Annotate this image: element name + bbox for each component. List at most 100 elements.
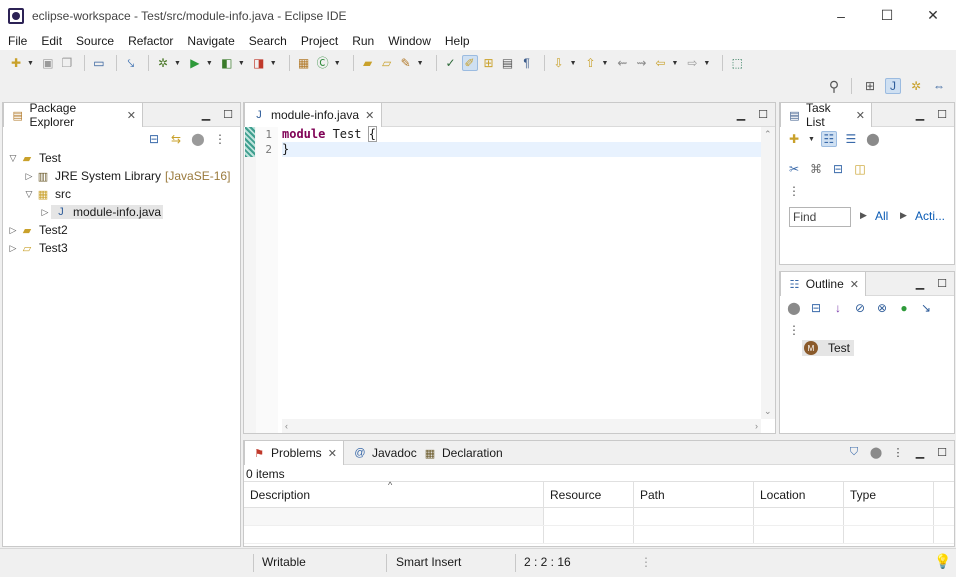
search-icon[interactable]: ⚲ <box>826 78 842 94</box>
forward-edit-icon[interactable]: ⇝ <box>633 55 649 71</box>
pin-editor-icon[interactable]: ⬚ <box>729 55 745 71</box>
menu-search[interactable]: Search <box>242 34 294 48</box>
chevron-right-icon[interactable]: ▷ <box>23 171 35 182</box>
scroll-up-icon[interactable]: ⌃ <box>764 129 772 140</box>
tab-outline[interactable]: ☷ Outline ✕ <box>780 272 866 296</box>
filter-icon[interactable]: ⛉ <box>846 445 862 459</box>
menu-navigate[interactable]: Navigate <box>180 34 241 48</box>
hide-nonpublic-icon[interactable]: ● <box>896 300 912 316</box>
hide-completed-icon[interactable]: ✂ <box>786 161 802 177</box>
filter-icon[interactable]: ⬤ <box>190 131 206 147</box>
tab-declaration[interactable]: ▦ Declaration <box>416 441 509 465</box>
chevron-down-icon[interactable]: ▽ <box>7 153 19 164</box>
forward-dropdown-icon[interactable]: ▼ <box>703 60 710 67</box>
save-all-icon[interactable]: ❐ <box>59 55 75 71</box>
selected-file[interactable]: J module-info.java <box>51 205 164 219</box>
maximize-icon[interactable]: ☐ <box>934 107 950 121</box>
task-repos-icon[interactable]: ◫ <box>852 161 868 177</box>
maximize-button[interactable]: ☐ <box>864 0 910 31</box>
scheduled-icon[interactable]: ☰ <box>843 131 859 147</box>
chevron-down-icon[interactable]: ▽ <box>23 189 35 200</box>
search-dropdown-icon[interactable]: ▼ <box>417 60 424 67</box>
lightbulb-icon[interactable]: 💡 <box>934 553 951 570</box>
sync-icon[interactable]: ⬤ <box>868 445 884 459</box>
view-menu-icon[interactable]: ⋮ <box>786 322 802 338</box>
minimize-button[interactable]: – <box>818 0 864 31</box>
hide-local-types-icon[interactable]: ↘ <box>918 300 934 316</box>
git-perspective-icon[interactable]: ⇔ <box>931 78 947 94</box>
column-location[interactable]: Location <box>754 482 844 507</box>
menu-source[interactable]: Source <box>69 34 121 48</box>
menu-help[interactable]: Help <box>438 34 477 48</box>
view-menu-icon[interactable]: ⋮ <box>786 183 802 199</box>
minimize-icon[interactable]: ▁ <box>912 107 928 121</box>
tab-javadoc[interactable]: @ Javadoc <box>346 441 423 465</box>
find-input[interactable]: Find <box>789 207 851 227</box>
maximize-icon[interactable]: ☐ <box>934 445 950 459</box>
close-button[interactable]: ✕ <box>910 0 956 31</box>
tab-package-explorer[interactable]: ▤ Package Explorer ✕ <box>3 101 143 129</box>
open-perspective-icon[interactable]: ⊞ <box>862 78 878 94</box>
minimize-icon[interactable]: ▁ <box>198 107 214 121</box>
new-package-icon[interactable]: ▦ <box>296 55 312 71</box>
scroll-right-icon[interactable]: › <box>755 421 758 431</box>
menu-edit[interactable]: Edit <box>34 34 69 48</box>
activate-link[interactable]: Acti... <box>915 209 945 223</box>
view-menu-icon[interactable]: ⋮ <box>212 131 228 147</box>
hide-fields-icon[interactable]: ⊘ <box>852 300 868 316</box>
maximize-icon[interactable]: ☐ <box>934 276 950 290</box>
menu-run[interactable]: Run <box>345 34 381 48</box>
view-menu-icon[interactable]: ⋮ <box>890 445 906 459</box>
tab-problems[interactable]: ⚑ Problems ✕ <box>244 441 344 465</box>
tab-task-list[interactable]: ▤ Task List ✕ <box>780 101 872 129</box>
block-selection-icon[interactable]: ▤ <box>500 55 516 71</box>
coverage-icon[interactable]: ◧ <box>219 55 235 71</box>
scroll-left-icon[interactable]: ‹ <box>285 421 288 431</box>
tree-item-project3[interactable]: ▷ ▱ Test3 <box>3 239 240 257</box>
code-area[interactable]: module Test { } <box>282 126 761 157</box>
close-icon[interactable]: ✕ <box>328 447 337 460</box>
collapse-all-icon[interactable]: ⊟ <box>146 131 162 147</box>
close-icon[interactable]: ✕ <box>856 109 865 122</box>
new-class-dropdown-icon[interactable]: ▼ <box>334 60 341 67</box>
collapse-tasks-icon[interactable]: ⊟ <box>830 161 846 177</box>
next-annotation-icon[interactable]: ⇩ <box>551 55 567 71</box>
link-with-editor-icon[interactable]: ⇆ <box>168 131 184 147</box>
column-resource[interactable]: Resource <box>544 482 634 507</box>
last-edit-location-icon[interactable]: ⇜ <box>614 55 630 71</box>
maximize-icon[interactable]: ☐ <box>220 107 236 121</box>
next-annotation-dropdown-icon[interactable]: ▼ <box>570 60 577 67</box>
run-dropdown-icon[interactable]: ▼ <box>206 60 213 67</box>
debug-dropdown-icon[interactable]: ▼ <box>174 60 181 67</box>
scroll-down-icon[interactable]: ⌄ <box>764 406 772 417</box>
sync-icon[interactable]: ⬤ <box>786 300 802 316</box>
forward-icon[interactable]: ⇨ <box>684 55 700 71</box>
tree-item-jre[interactable]: ▷ ▥ JRE System Library [JavaSE-16] <box>3 167 240 185</box>
editor-body[interactable]: 1 2 module Test { } ⌃ ⌄ ‹ › <box>244 126 775 433</box>
collapse-all-icon[interactable]: ⊟ <box>808 300 824 316</box>
new-task-icon[interactable]: ✚ <box>786 131 802 147</box>
column-path[interactable]: Path <box>634 482 754 507</box>
tab-module-info[interactable]: J module-info.java ✕ <box>244 103 382 127</box>
java-perspective-icon[interactable]: J <box>885 78 901 94</box>
hide-static-icon[interactable]: ⊗ <box>874 300 890 316</box>
column-type[interactable]: Type <box>844 482 934 507</box>
vertical-scrollbar[interactable]: ⌃ ⌄ <box>761 127 775 419</box>
new-dropdown-icon[interactable]: ▼ <box>27 60 34 67</box>
terminal-icon[interactable]: ▭ <box>91 55 107 71</box>
tree-item-file[interactable]: ▷ J module-info.java <box>3 203 240 221</box>
toggle-word-wrap-icon[interactable]: ⊞ <box>481 55 497 71</box>
minimize-icon[interactable]: ▁ <box>912 276 928 290</box>
search-tool-icon[interactable]: ✎ <box>398 55 414 71</box>
minimize-icon[interactable]: ▁ <box>733 107 749 121</box>
back-dropdown-icon[interactable]: ▼ <box>671 60 678 67</box>
open-task-icon[interactable]: ▱ <box>379 55 395 71</box>
chevron-right-icon[interactable]: ▷ <box>7 225 19 236</box>
run-icon[interactable]: ▶ <box>187 55 203 71</box>
external-tools-dropdown-icon[interactable]: ▼ <box>270 60 277 67</box>
menu-window[interactable]: Window <box>381 34 438 48</box>
column-description[interactable]: Description ^ <box>244 480 544 507</box>
minimize-icon[interactable]: ▁ <box>912 445 928 459</box>
tree-item-src[interactable]: ▽ ▦ src <box>3 185 240 203</box>
back-icon[interactable]: ⇦ <box>652 55 668 71</box>
